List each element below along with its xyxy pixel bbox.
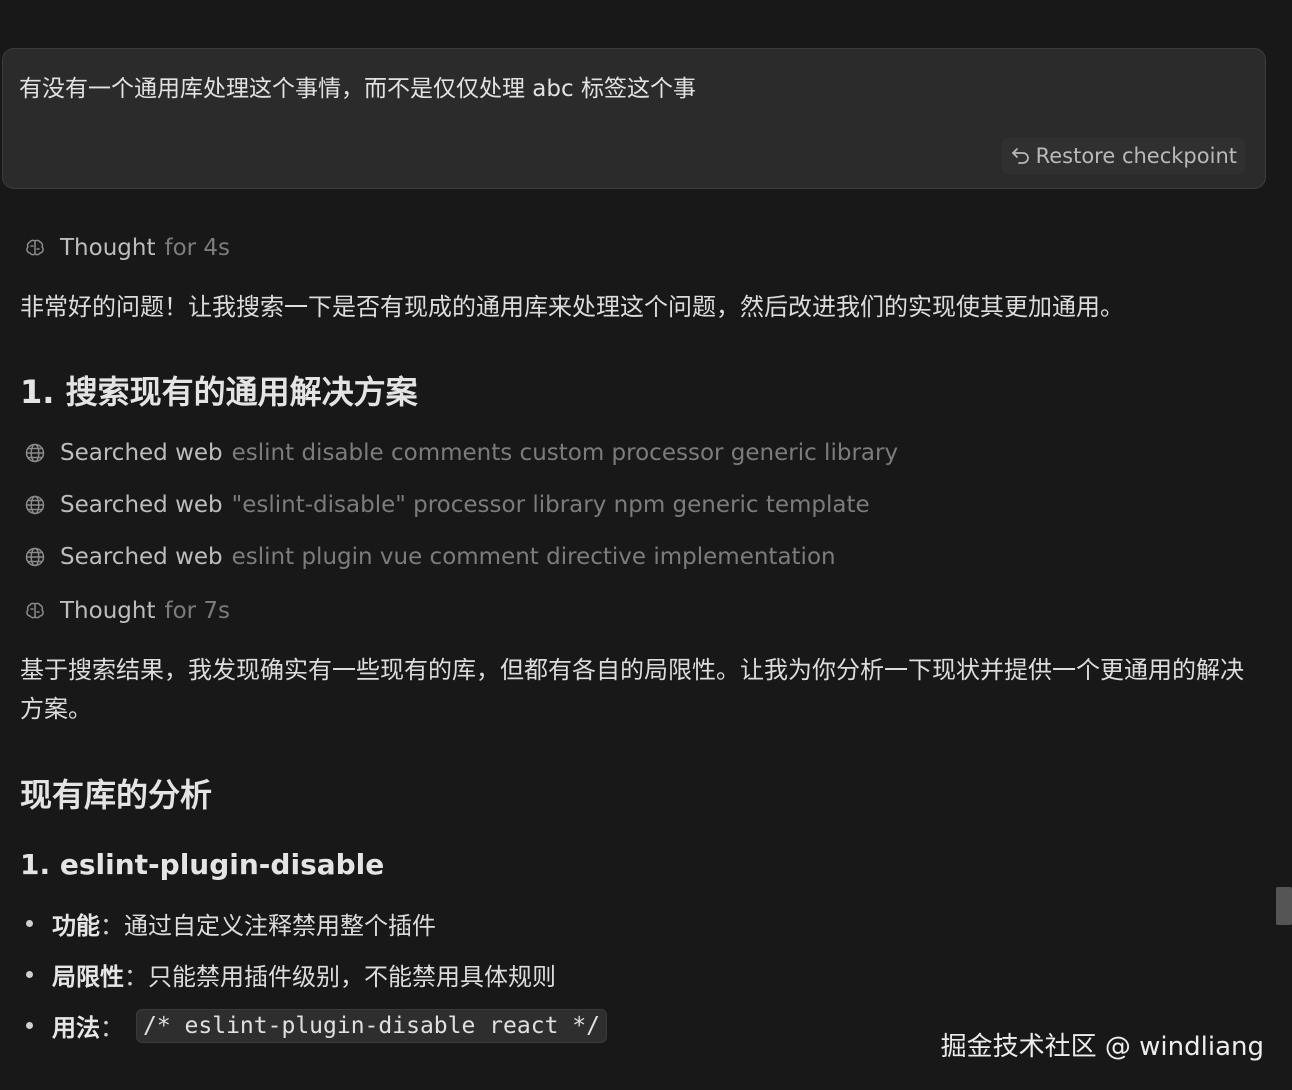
restore-checkpoint-label: Restore checkpoint bbox=[1035, 144, 1237, 168]
brain-icon bbox=[24, 600, 46, 622]
search-label: Searched web bbox=[60, 440, 223, 466]
user-message-text: 有没有一个通用库处理这个事情，而不是仅仅处理 abc 标签这个事 bbox=[19, 76, 696, 102]
bullet-dot bbox=[26, 971, 33, 978]
bullet-separator: ： bbox=[124, 963, 148, 991]
list-item: 局限性 ： 只能禁用插件级别，不能禁用具体规则 bbox=[26, 957, 556, 992]
summary-paragraph: 基于搜索结果，我发现确实有一些现有的库，但都有各自的局限性。让我为你分析一下现状… bbox=[20, 656, 1244, 723]
bullet-label: 用法 bbox=[52, 1014, 100, 1042]
brain-icon bbox=[24, 237, 46, 259]
thought-duration: for 7s bbox=[164, 598, 231, 624]
watermark: 掘金技术社区 @ windliang bbox=[940, 1032, 1264, 1062]
thought-label: Thought bbox=[60, 598, 156, 624]
globe-icon bbox=[24, 546, 46, 568]
search-query: eslint disable comments custom processor… bbox=[231, 440, 899, 466]
scrollbar-thumb[interactable] bbox=[1276, 887, 1292, 925]
analysis-heading: 现有库的分析 bbox=[20, 776, 213, 814]
list-item: 功能 ： 通过自定义注释禁用整个插件 bbox=[26, 906, 436, 941]
web-search-item[interactable]: Searched web eslint plugin vue comment d… bbox=[24, 544, 836, 570]
globe-icon bbox=[24, 442, 46, 464]
bullet-separator: ： bbox=[100, 1014, 124, 1042]
user-message-bubble[interactable]: 有没有一个通用库处理这个事情，而不是仅仅处理 abc 标签这个事 Restore… bbox=[2, 48, 1266, 189]
search-query: eslint plugin vue comment directive impl… bbox=[231, 544, 836, 570]
thought-duration: for 4s bbox=[164, 235, 231, 261]
bullet-dot bbox=[26, 920, 33, 927]
bullet-label: 局限性 bbox=[52, 963, 124, 991]
bullet-text: 通过自定义注释禁用整个插件 bbox=[124, 912, 436, 940]
library-heading: 1. eslint-plugin-disable bbox=[20, 848, 385, 881]
chat-panel: 有没有一个通用库处理这个事情，而不是仅仅处理 abc 标签这个事 Restore… bbox=[0, 0, 1292, 1090]
bullet-text: 只能禁用插件级别，不能禁用具体规则 bbox=[148, 963, 556, 991]
undo-arrow-icon bbox=[1010, 145, 1032, 167]
web-search-item[interactable]: Searched web eslint disable comments cus… bbox=[24, 440, 898, 466]
list-item: 用法 ： /* eslint-plugin-disable react */ bbox=[26, 1008, 607, 1043]
bullet-label: 功能 bbox=[52, 912, 100, 940]
thought-label: Thought bbox=[60, 235, 156, 261]
thought-status-1[interactable]: Thought for 4s bbox=[24, 235, 230, 261]
search-query: "eslint-disable" processor library npm g… bbox=[231, 492, 870, 518]
inline-code: /* eslint-plugin-disable react */ bbox=[136, 1008, 607, 1043]
search-label: Searched web bbox=[60, 492, 223, 518]
intro-paragraph: 非常好的问题！让我搜索一下是否有现成的通用库来处理这个问题，然后改进我们的实现使… bbox=[20, 293, 1124, 321]
restore-checkpoint-button[interactable]: Restore checkpoint bbox=[1001, 138, 1245, 174]
thought-status-2[interactable]: Thought for 7s bbox=[24, 598, 230, 624]
search-label: Searched web bbox=[60, 544, 223, 570]
web-search-item[interactable]: Searched web "eslint-disable" processor … bbox=[24, 492, 870, 518]
bullet-separator: ： bbox=[100, 912, 124, 940]
bullet-dot bbox=[26, 1022, 33, 1029]
section-heading-search: 1. 搜索现有的通用解决方案 bbox=[20, 373, 418, 411]
globe-icon bbox=[24, 494, 46, 516]
